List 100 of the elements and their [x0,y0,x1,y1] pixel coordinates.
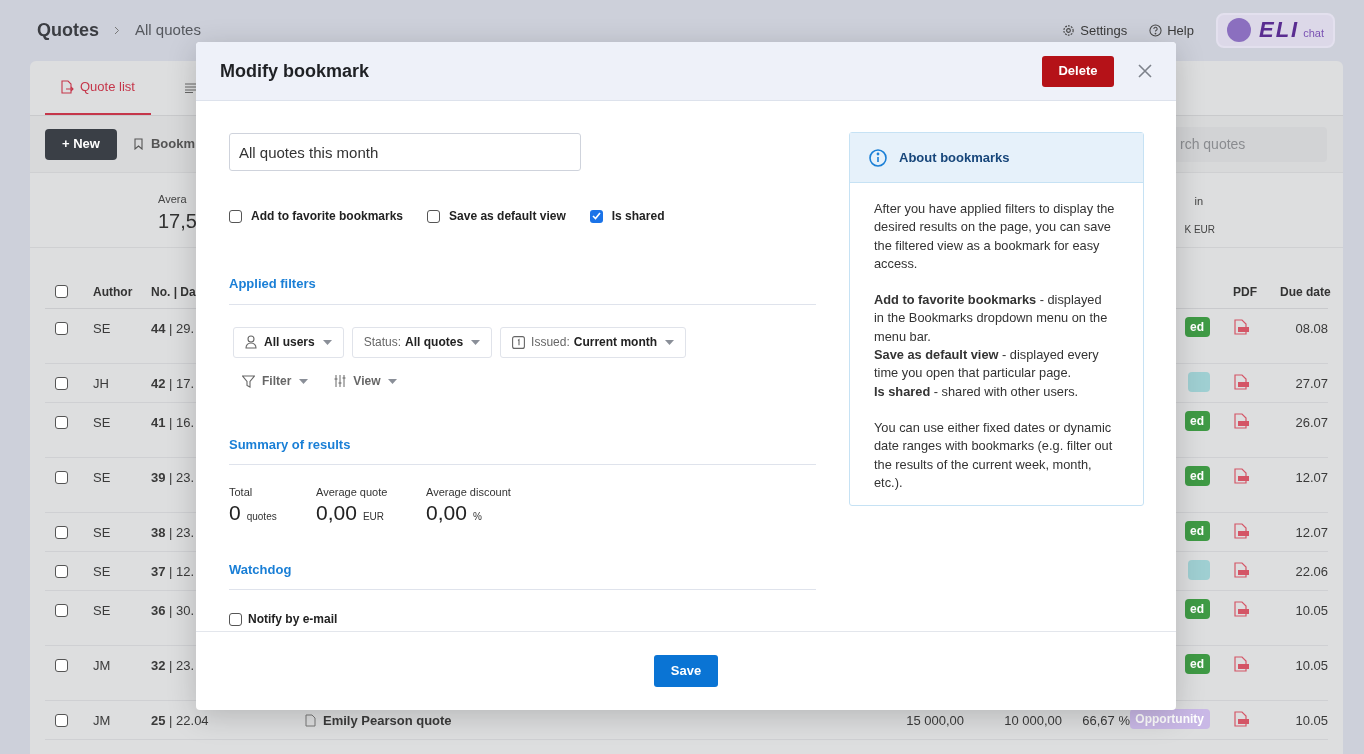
row-checkbox[interactable] [55,714,68,727]
row-checkbox[interactable] [55,659,68,672]
summary-unit: EUR [362,509,384,524]
quote-link[interactable]: Emily Pearson quote [305,711,452,731]
funnel-icon [242,374,255,388]
info-text: Save as default view - displayed every time you open that particular page. [874,346,1100,383]
status-badge: ed [1185,466,1210,486]
row-checkbox[interactable] [55,604,68,617]
status-badge: ed [1185,521,1210,541]
table-cell-text: SE [93,602,112,620]
info-title: About bookmarks [899,148,1010,167]
table-cell-text: 08.08 [1294,320,1328,338]
table-cell-text: 10 000,00 [1003,712,1062,730]
stat-value: 17,5 [158,208,197,234]
option-checkbox[interactable] [229,209,242,223]
bookmark-icon [133,138,143,150]
table-cell-text: 15 000,00 [905,712,964,730]
option-label[interactable]: Notify by e-mail [248,610,338,628]
status-badge: ed [1185,654,1210,674]
table-cell: 32 | 23. [151,658,195,673]
caret-icon [471,339,481,345]
dialog-title: Modify bookmark [220,59,370,83]
pdf-icon[interactable] [1234,374,1249,390]
settings-link[interactable]: Settings [1062,20,1128,41]
chevron-icon [114,26,120,35]
logo-suffix: chat [1303,25,1324,41]
delete-button[interactable]: Delete [1042,55,1114,87]
column-header[interactable]: PDF [1220,282,1280,301]
summary-value: 0 [229,500,241,525]
option-label[interactable]: Is shared [611,207,665,225]
table-cell: 39 | 23. [151,470,195,485]
table-cell: 37 | 12. [151,564,195,579]
row-checkbox[interactable] [55,377,68,390]
lines-icon [184,83,197,93]
pdf-icon[interactable] [1234,319,1249,335]
help-link[interactable]: Help [1149,20,1194,41]
pdf-icon[interactable] [1234,601,1249,617]
mascot-icon [1226,18,1251,42]
help-icon [1149,24,1163,37]
info-text: Is shared - shared with other users. [874,382,1080,401]
breadcrumb[interactable]: All quotes [135,19,201,42]
filter-dropdown[interactable]: Status: All quotes [351,326,493,358]
logo-name: ELI [1258,19,1300,41]
row-checkbox[interactable] [55,416,68,429]
section-heading: Watchdog [229,559,816,590]
bookmarks-menu[interactable]: Bookm [133,134,195,154]
info-text: After you have applied filters to display the desired results on the page, you can save the filtered view as a bookmark for easy access. [874,200,1115,273]
table-cell-text: 10.05 [1294,602,1328,620]
filter-dropdown[interactable]: All users [233,326,344,358]
option-label[interactable]: Save as default view [449,207,566,225]
info-icon [869,148,887,167]
settings-icon [1062,24,1076,37]
option-checkbox[interactable] [427,209,441,223]
info-text: You can use either fixed dates or dynamic date ranges with bookmarks (e.g. filter out the results of the current week, month, etc.). [874,418,1114,492]
pdf-icon[interactable] [1234,468,1249,484]
status-badge: ed [1185,599,1210,619]
chat-logo[interactable]: ELI chat [1215,13,1335,48]
section-heading: Applied filters [229,274,816,305]
pdf-icon[interactable] [1234,562,1249,578]
pdf-icon[interactable] [1234,413,1249,429]
save-button[interactable]: Save [654,655,718,687]
caret-icon [665,339,675,345]
caret-icon [322,339,332,345]
pdf-icon[interactable] [1234,711,1249,727]
pdf-icon[interactable] [1234,523,1249,539]
document-icon [305,714,318,728]
filter-dropdown[interactable]: View [325,365,407,397]
table-cell-text: SE [93,524,112,542]
user-icon [245,335,257,349]
table-cell-text: SE [93,414,112,432]
summary-label: Total [229,485,254,500]
column-header[interactable]: Author [93,282,151,301]
status-badge: ed [1185,317,1210,337]
row-checkbox[interactable] [55,471,68,484]
status-badge: Opportunity [1130,709,1210,729]
option-checkbox[interactable] [589,209,603,223]
summary-value: 0,00 [426,500,467,525]
summary-label: Average discount [426,485,512,500]
row-checkbox[interactable] [55,565,68,578]
filter-dropdown[interactable]: Issued: Current month [500,326,687,358]
filter-dropdown[interactable]: Filter [233,365,318,397]
notify-checkbox[interactable] [229,612,242,626]
table-cell: 25 | 22.04 [151,713,209,728]
row-checkbox[interactable] [55,526,68,539]
summary-value: 0,00 [316,500,357,525]
close-icon[interactable] [1138,64,1152,78]
summary-label: Average quote [316,485,389,500]
bookmark-name-field[interactable]: All quotes this month [229,133,581,171]
option-label[interactable]: Add to favorite bookmarks [251,207,404,225]
table-cell: 36 | 30. [151,603,195,618]
document-icon [61,80,74,94]
stat-label: in [1193,194,1204,209]
calendar-icon [512,335,526,349]
table-cell: 44 | 29. [151,321,195,336]
select-all-checkbox[interactable] [55,285,68,298]
status-badge: ed [1185,411,1210,431]
table-cell: 42 | 17. [151,376,195,391]
new-button[interactable]: + New [45,128,117,160]
pdf-icon[interactable] [1234,656,1249,672]
row-checkbox[interactable] [55,322,68,335]
